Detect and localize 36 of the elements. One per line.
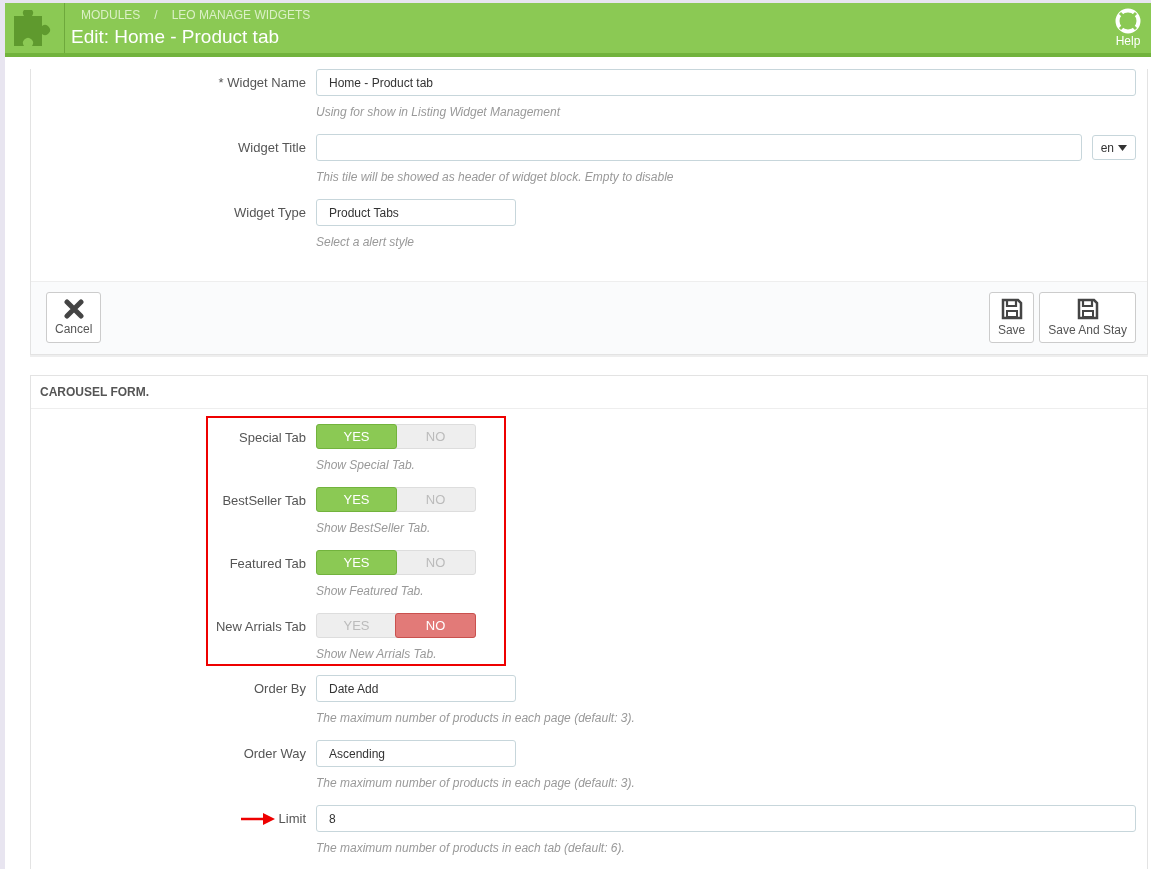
field-label: Order By	[254, 681, 306, 696]
input-field[interactable]: 8	[316, 805, 1136, 832]
field-label: Widget Title	[238, 140, 306, 155]
input-field[interactable]: Date Add	[316, 675, 516, 702]
help-text: Select a alert style	[316, 234, 416, 250]
field-label: Widget Type	[233, 205, 306, 220]
close-icon	[63, 299, 84, 319]
help-text: Show New Arrials Tab.	[316, 646, 438, 662]
page-title: Edit: Home - Product tab	[71, 26, 281, 48]
breadcrumb-separator: /	[154, 8, 158, 22]
field-label: New Arrials Tab	[215, 619, 306, 634]
field-label: Limit	[278, 811, 306, 826]
cancel-button[interactable]: Cancel	[46, 292, 102, 343]
caret-icon	[1118, 144, 1127, 151]
input-field[interactable]: Ascending	[316, 740, 516, 767]
help-text: Show Featured Tab.	[316, 583, 425, 599]
help-text: This tile will be showed as header of widget block. Empty to disable	[316, 169, 675, 185]
input-field[interactable]: Home - Product tab	[316, 69, 1136, 96]
field-label: Featured Tab	[229, 556, 306, 571]
help-text: The maximum number of products in each page (default: 3).	[316, 775, 636, 791]
panel-heading: CAROUSEL FORM.	[31, 376, 1147, 409]
language-dropdown[interactable]: en	[1091, 135, 1136, 160]
save-button[interactable]: Save And Stay	[1039, 292, 1136, 343]
field-label: * Widget Name	[218, 75, 306, 90]
help-text: The maximum number of products in each tab (default: 6).	[316, 840, 626, 856]
help-text: Using for show in Listing Widget Management	[316, 104, 562, 120]
input-field[interactable]	[316, 134, 1082, 161]
field-label: BestSeller Tab	[222, 493, 306, 508]
save-button[interactable]: Save	[988, 292, 1035, 343]
field-label: Order Way	[243, 746, 306, 761]
help-text: Show Special Tab.	[316, 457, 416, 473]
field-label: Special Tab	[239, 430, 306, 445]
help-text: The maximum number of products in each page (default: 3).	[316, 710, 636, 726]
help-text: Show BestSeller Tab.	[316, 520, 432, 536]
lifebuoy-icon	[1115, 8, 1141, 34]
input-field[interactable]: Product Tabs	[316, 199, 516, 226]
